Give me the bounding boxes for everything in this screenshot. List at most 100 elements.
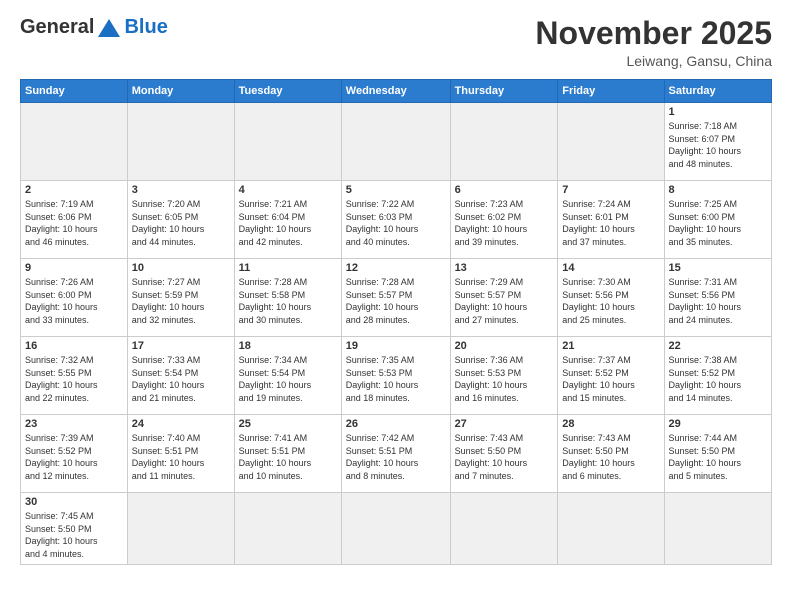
table-row: 17Sunrise: 7:33 AM Sunset: 5:54 PM Dayli… xyxy=(127,337,234,415)
header-wednesday: Wednesday xyxy=(341,80,450,103)
day-info: Sunrise: 7:30 AM Sunset: 5:56 PM Dayligh… xyxy=(562,276,659,326)
day-info: Sunrise: 7:27 AM Sunset: 5:59 PM Dayligh… xyxy=(132,276,230,326)
table-row: 23Sunrise: 7:39 AM Sunset: 5:52 PM Dayli… xyxy=(21,415,128,493)
day-info: Sunrise: 7:22 AM Sunset: 6:03 PM Dayligh… xyxy=(346,198,446,248)
day-number: 3 xyxy=(132,184,230,196)
table-row: 27Sunrise: 7:43 AM Sunset: 5:50 PM Dayli… xyxy=(450,415,558,493)
table-row xyxy=(21,103,128,181)
day-info: Sunrise: 7:40 AM Sunset: 5:51 PM Dayligh… xyxy=(132,432,230,482)
table-row: 21Sunrise: 7:37 AM Sunset: 5:52 PM Dayli… xyxy=(558,337,664,415)
day-number: 16 xyxy=(25,340,123,352)
logo: General Blue xyxy=(20,16,168,39)
day-number: 12 xyxy=(346,262,446,274)
day-info: Sunrise: 7:23 AM Sunset: 6:02 PM Dayligh… xyxy=(455,198,554,248)
table-row xyxy=(664,493,771,564)
table-row: 24 Sunrise: 7:40 AM Sunset: 5:51 PM Dayli… xyxy=(127,415,234,493)
day-number: 26 xyxy=(346,418,446,430)
day-number: 7 xyxy=(562,184,659,196)
table-row xyxy=(127,103,234,181)
table-row: 30Sunrise: 7:45 AM Sunset: 5:50 PM Dayli… xyxy=(21,493,128,564)
table-row xyxy=(558,103,664,181)
table-row xyxy=(558,493,664,564)
day-number: 21 xyxy=(562,340,659,352)
day-info: Sunrise: 7:29 AM Sunset: 5:57 PM Dayligh… xyxy=(455,276,554,326)
day-info: Sunrise: 7:45 AM Sunset: 5:50 PM Dayligh… xyxy=(25,510,123,560)
calendar: Sunday Monday Tuesday Wednesday Thursday… xyxy=(20,79,772,564)
day-number: 15 xyxy=(669,262,767,274)
day-info: Sunrise: 7:21 AM Sunset: 6:04 PM Dayligh… xyxy=(239,198,337,248)
logo-area: General Blue xyxy=(20,16,168,39)
table-row: 1Sunrise: 7:18 AM Sunset: 6:07 PM Daylig… xyxy=(664,103,771,181)
table-row: 26 Sunrise: 7:42 AM Sunset: 5:51 PM Dayli… xyxy=(341,415,450,493)
day-info: Sunrise: 7:42 AM Sunset: 5:51 PM Dayligh… xyxy=(346,432,446,482)
location-subtitle: Leiwang, Gansu, China xyxy=(535,53,772,69)
day-info: Sunrise: 7:35 AM Sunset: 5:53 PM Dayligh… xyxy=(346,354,446,404)
table-row xyxy=(127,493,234,564)
day-info: Sunrise: 7:28 AM Sunset: 5:57 PM Dayligh… xyxy=(346,276,446,326)
day-info: Sunrise: 7:43 AM Sunset: 5:50 PM Dayligh… xyxy=(562,432,659,482)
day-number: 4 xyxy=(239,184,337,196)
calendar-row: 2Sunrise: 7:19 AM Sunset: 6:06 PM Daylig… xyxy=(21,181,772,259)
table-row: 3 Sunrise: 7:20 AM Sunset: 6:05 PM Daylig… xyxy=(127,181,234,259)
table-row xyxy=(234,493,341,564)
day-number: 23 xyxy=(25,418,123,430)
header-friday: Friday xyxy=(558,80,664,103)
day-number: 5 xyxy=(346,184,446,196)
day-info: Sunrise: 7:18 AM Sunset: 6:07 PM Dayligh… xyxy=(669,120,767,170)
day-number: 24 xyxy=(132,418,230,430)
table-row: 16 Sunrise: 7:32 AM Sunset: 5:55 PM Dayli… xyxy=(21,337,128,415)
table-row xyxy=(450,103,558,181)
table-row: 29Sunrise: 7:44 AM Sunset: 5:50 PM Dayli… xyxy=(664,415,771,493)
logo-general-text: General xyxy=(20,16,94,39)
day-info: Sunrise: 7:31 AM Sunset: 5:56 PM Dayligh… xyxy=(669,276,767,326)
day-number: 25 xyxy=(239,418,337,430)
calendar-row: 30Sunrise: 7:45 AM Sunset: 5:50 PM Dayli… xyxy=(21,493,772,564)
day-number: 10 xyxy=(132,262,230,274)
table-row: 10 Sunrise: 7:27 AM Sunset: 5:59 PM Dayli… xyxy=(127,259,234,337)
calendar-row: 1Sunrise: 7:18 AM Sunset: 6:07 PM Daylig… xyxy=(21,103,772,181)
table-row: 13 Sunrise: 7:29 AM Sunset: 5:57 PM Dayli… xyxy=(450,259,558,337)
day-number: 28 xyxy=(562,418,659,430)
table-row xyxy=(234,103,341,181)
table-row xyxy=(341,493,450,564)
day-number: 17 xyxy=(132,340,230,352)
day-info: Sunrise: 7:44 AM Sunset: 5:50 PM Dayligh… xyxy=(669,432,767,482)
header-thursday: Thursday xyxy=(450,80,558,103)
table-row: 20Sunrise: 7:36 AM Sunset: 5:53 PM Dayli… xyxy=(450,337,558,415)
table-row: 18 Sunrise: 7:34 AM Sunset: 5:54 PM Dayli… xyxy=(234,337,341,415)
day-number: 19 xyxy=(346,340,446,352)
table-row: 4 Sunrise: 7:21 AM Sunset: 6:04 PM Daylig… xyxy=(234,181,341,259)
day-info: Sunrise: 7:20 AM Sunset: 6:05 PM Dayligh… xyxy=(132,198,230,248)
table-row: 19 Sunrise: 7:35 AM Sunset: 5:53 PM Dayli… xyxy=(341,337,450,415)
day-info: Sunrise: 7:34 AM Sunset: 5:54 PM Dayligh… xyxy=(239,354,337,404)
calendar-row: 9Sunrise: 7:26 AM Sunset: 6:00 PM Daylig… xyxy=(21,259,772,337)
day-number: 20 xyxy=(455,340,554,352)
header-monday: Monday xyxy=(127,80,234,103)
day-number: 9 xyxy=(25,262,123,274)
day-info: Sunrise: 7:24 AM Sunset: 6:01 PM Dayligh… xyxy=(562,198,659,248)
table-row: 7 Sunrise: 7:24 AM Sunset: 6:01 PM Daylig… xyxy=(558,181,664,259)
table-row: 28 Sunrise: 7:43 AM Sunset: 5:50 PM Dayli… xyxy=(558,415,664,493)
day-number: 27 xyxy=(455,418,554,430)
table-row: 9Sunrise: 7:26 AM Sunset: 6:00 PM Daylig… xyxy=(21,259,128,337)
table-row: 11Sunrise: 7:28 AM Sunset: 5:58 PM Dayli… xyxy=(234,259,341,337)
month-title: November 2025 xyxy=(535,16,772,51)
logo-triangle-icon xyxy=(98,19,120,37)
table-row xyxy=(341,103,450,181)
day-number: 22 xyxy=(669,340,767,352)
table-row: 2Sunrise: 7:19 AM Sunset: 6:06 PM Daylig… xyxy=(21,181,128,259)
table-row: 15 Sunrise: 7:31 AM Sunset: 5:56 PM Dayli… xyxy=(664,259,771,337)
day-number: 8 xyxy=(669,184,767,196)
title-area: November 2025 Leiwang, Gansu, China xyxy=(535,16,772,69)
calendar-row: 23Sunrise: 7:39 AM Sunset: 5:52 PM Dayli… xyxy=(21,415,772,493)
table-row xyxy=(450,493,558,564)
day-number: 13 xyxy=(455,262,554,274)
table-row: 8Sunrise: 7:25 AM Sunset: 6:00 PM Daylig… xyxy=(664,181,771,259)
header-saturday: Saturday xyxy=(664,80,771,103)
table-row: 22Sunrise: 7:38 AM Sunset: 5:52 PM Dayli… xyxy=(664,337,771,415)
day-number: 18 xyxy=(239,340,337,352)
header-tuesday: Tuesday xyxy=(234,80,341,103)
day-info: Sunrise: 7:32 AM Sunset: 5:55 PM Dayligh… xyxy=(25,354,123,404)
logo-blue-text: Blue xyxy=(124,16,167,39)
day-info: Sunrise: 7:41 AM Sunset: 5:51 PM Dayligh… xyxy=(239,432,337,482)
